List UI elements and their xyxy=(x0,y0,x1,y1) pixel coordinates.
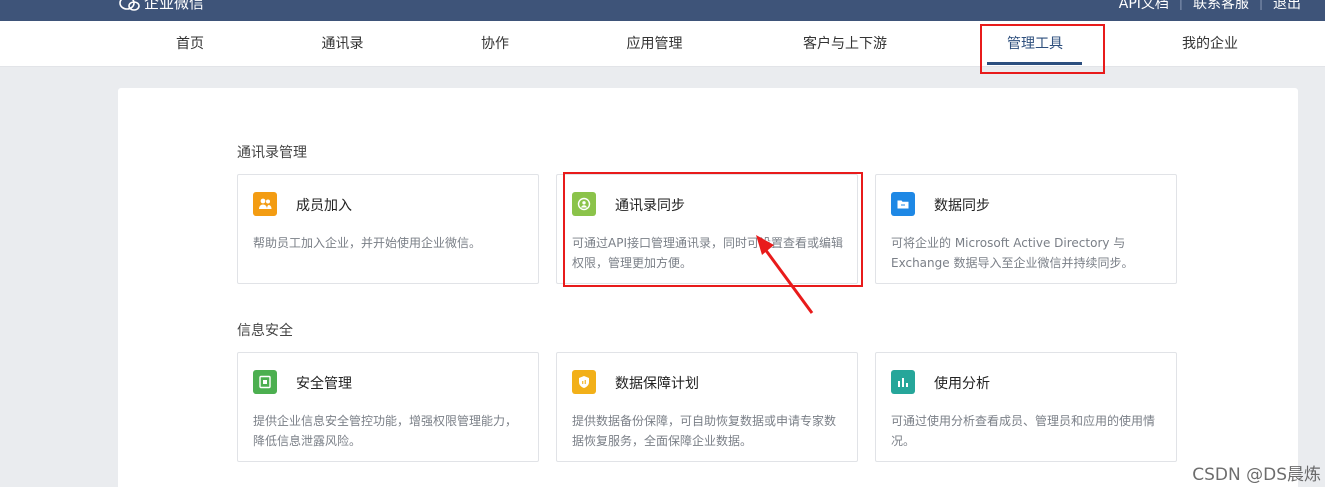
card-title: 数据保障计划 xyxy=(615,376,699,392)
active-tab-indicator xyxy=(987,62,1082,65)
top-links: API文档 | 联系客服 | 退出 xyxy=(1119,0,1301,13)
nav-management-tools[interactable]: 管理工具 xyxy=(990,21,1080,67)
sync-icon xyxy=(572,192,596,216)
card-title: 成员加入 xyxy=(296,198,352,214)
contact-support-link[interactable]: 联系客服 xyxy=(1193,0,1249,13)
card-title: 使用分析 xyxy=(934,376,990,392)
nav-app-management[interactable]: 应用管理 xyxy=(612,21,697,67)
api-docs-link[interactable]: API文档 xyxy=(1119,0,1169,13)
shield-icon xyxy=(572,370,596,394)
card-data-sync[interactable]: 数据同步 可将企业的 Microsoft Active Directory 与 … xyxy=(875,174,1177,284)
card-description: 可通过API接口管理通讯录，同时可设置查看或编辑权限，管理更加方便。 xyxy=(572,236,843,270)
safe-icon xyxy=(253,370,277,394)
content-panel: 通讯录管理 成员加入 帮助员工加入企业，并开始使用企业微信。 通讯录同步 可通过… xyxy=(118,88,1298,487)
nav-contacts[interactable]: 通讯录 xyxy=(305,21,380,67)
card-description: 可通过使用分析查看成员、管理员和应用的使用情况。 xyxy=(891,414,1156,448)
logo[interactable]: 企业微信 xyxy=(118,0,204,13)
wecom-logo-icon xyxy=(119,0,140,11)
card-contacts-sync[interactable]: 通讯录同步 可通过API接口管理通讯录，同时可设置查看或编辑权限，管理更加方便。 xyxy=(556,174,858,284)
nav-collaboration[interactable]: 协作 xyxy=(465,21,525,67)
card-security-management[interactable]: 安全管理 提供企业信息安全管控功能，增强权限管理能力，降低信息泄露风险。 xyxy=(237,352,539,462)
card-description: 帮助员工加入企业，并开始使用企业微信。 xyxy=(253,236,482,250)
card-title: 数据同步 xyxy=(934,198,990,214)
card-member-join[interactable]: 成员加入 帮助员工加入企业，并开始使用企业微信。 xyxy=(237,174,539,284)
nav-my-enterprise[interactable]: 我的企业 xyxy=(1165,21,1255,67)
top-bar: 企业微信 API文档 | 联系客服 | 退出 xyxy=(0,0,1325,21)
card-description: 可将企业的 Microsoft Active Directory 与 Excha… xyxy=(891,236,1134,270)
card-description: 提供数据备份保障，可自助恢复数据或申请专家数据恢复服务，全面保障企业数据。 xyxy=(572,414,837,448)
logo-text: 企业微信 xyxy=(144,0,205,12)
divider: | xyxy=(1178,0,1183,10)
divider: | xyxy=(1258,0,1263,10)
main-nav: 首页 通讯录 协作 应用管理 客户与上下游 管理工具 我的企业 xyxy=(0,21,1325,67)
watermark: CSDN @DS晨炼 xyxy=(1192,465,1321,485)
nav-home[interactable]: 首页 xyxy=(160,21,220,67)
card-title: 通讯录同步 xyxy=(615,198,685,214)
nav-customers[interactable]: 客户与上下游 xyxy=(785,21,905,67)
section-title-security: 信息安全 xyxy=(237,323,293,339)
members-icon xyxy=(253,192,277,216)
card-data-protection[interactable]: 数据保障计划 提供数据备份保障，可自助恢复数据或申请专家数据恢复服务，全面保障企… xyxy=(556,352,858,462)
card-description: 提供企业信息安全管控功能，增强权限管理能力，降低信息泄露风险。 xyxy=(253,414,518,448)
card-usage-analysis[interactable]: 使用分析 可通过使用分析查看成员、管理员和应用的使用情况。 xyxy=(875,352,1177,462)
chart-icon xyxy=(891,370,915,394)
logout-link[interactable]: 退出 xyxy=(1273,0,1301,13)
folder-icon xyxy=(891,192,915,216)
card-title: 安全管理 xyxy=(296,376,352,392)
section-title-contacts: 通讯录管理 xyxy=(237,145,307,161)
